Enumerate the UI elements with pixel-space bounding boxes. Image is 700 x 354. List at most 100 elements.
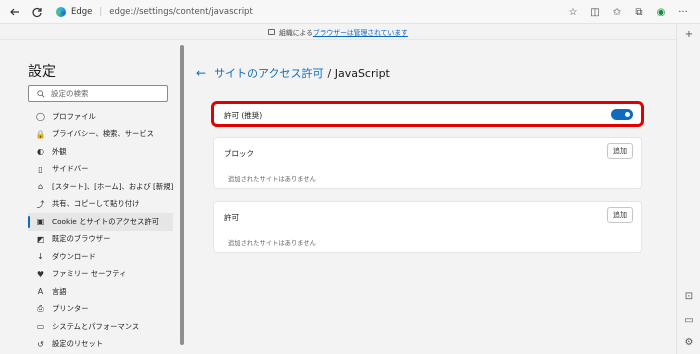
managed-banner: 組織による ブラウザーは管理されています (0, 24, 676, 40)
breadcrumb-link[interactable]: サイトのアクセス許可 (214, 65, 323, 81)
sidebar-item-label: サイドバー (52, 164, 89, 174)
share-icon: ⤴ (36, 199, 45, 209)
sidebar-item[interactable]: ▣ Cookie とサイトのアクセス許可 (28, 213, 173, 231)
sidebar-item[interactable]: ◩ 既定のブラウザー (28, 231, 173, 249)
sidebar-item[interactable]: ↓ ダウンロード (28, 248, 173, 266)
favorites-button[interactable]: ✩ (606, 1, 628, 23)
star-icon: ☆ (568, 6, 578, 18)
settings-nav-list: ◯ プロファイル 🔒 プライバシー、検索、サービス ◐ 外観 ▯ サイドバー ⌂ [スタート]、[… (28, 108, 173, 353)
appearance-icon: ◐ (37, 147, 44, 157)
sidebar-item-label: 既定のブラウザー (52, 234, 111, 244)
allow-toggle-switch[interactable] (611, 109, 633, 120)
extensions-icon: ◉ (656, 6, 666, 18)
block-section-title: ブロック (224, 149, 254, 158)
download-icon: ↓ (37, 252, 44, 262)
split-screen-icon: ◫ (590, 6, 600, 18)
toolbar-actions: ☆ ◫ ✩ ⧉ ◉ ··· (562, 0, 694, 24)
sidebar-settings-button[interactable]: ⚙ (683, 336, 695, 348)
search-icon (37, 89, 45, 97)
sidebar-item[interactable]: ↺ 設定のリセット (28, 336, 173, 354)
main-content: ← サイトのアクセス許可 / JavaScript 許可 (推奨) ブロック 追… (186, 41, 676, 354)
sidebar-item[interactable]: ⤴ 共有、コピーして貼り付け (28, 196, 173, 214)
allow-toggle-label: 許可 (推奨) (224, 111, 263, 120)
sidebar-item-label: プリンター (52, 304, 89, 314)
gear-icon: ⚙ (684, 336, 694, 348)
sidebar-window-button[interactable]: ▭ (683, 314, 695, 326)
collapse-icon: ⊡ (684, 290, 694, 302)
edge-sidebar: + ⊡ ▭ ⚙ (676, 24, 700, 354)
address-bar[interactable]: Edge | edge://settings/content/javascrip… (56, 6, 253, 17)
breadcrumb: ← サイトのアクセス許可 / JavaScript (196, 65, 390, 81)
edge-logo-icon (56, 6, 66, 17)
sidebar-scrollbar[interactable] (180, 45, 184, 345)
sidebar-item[interactable]: 🔒 プライバシー、検索、サービス (28, 126, 173, 144)
profile-icon: ◯ (36, 112, 45, 122)
search-placeholder: 設定の検索 (51, 89, 89, 98)
printer-icon: ⎙ (37, 304, 44, 314)
allow-section-title: 許可 (224, 213, 239, 222)
favorites-icon: ✩ (612, 6, 622, 18)
cookie-icon: ▣ (36, 217, 45, 227)
address-url: edge://settings/content/javascript (109, 6, 253, 17)
sidebar-item[interactable]: A 言語 (28, 283, 173, 301)
sidebar-item[interactable]: ⌂ [スタート]、[ホーム]、および [新規] タブ (28, 178, 173, 196)
sidebar-item[interactable]: ⎙ プリンター (28, 301, 173, 319)
sidebar-item-label: プロファイル (52, 111, 96, 121)
collections-button[interactable]: ⧉ (628, 1, 650, 23)
sidebar-item-label: 外観 (52, 146, 67, 156)
address-separator: | (99, 6, 103, 17)
extensions-button[interactable]: ◉ (650, 1, 672, 23)
back-arrow-icon (10, 8, 19, 15)
block-section: ブロック 追加 追加されたサイトはありません (213, 137, 642, 189)
banner-prefix: 組織による (279, 28, 313, 37)
sidebar-item[interactable]: ▯ サイドバー (28, 161, 173, 179)
sidebar-add-button[interactable]: + (683, 28, 695, 40)
block-empty-text: 追加されたサイトはありません (228, 176, 316, 183)
allow-section: 許可 追加 追加されたサイトはありません (213, 201, 642, 253)
plus-icon: + (684, 28, 694, 40)
sidebar-collapse-button[interactable]: ⊡ (683, 290, 695, 302)
system-icon: ▭ (36, 322, 45, 332)
allow-add-button[interactable]: 追加 (607, 207, 633, 223)
sidebar-item-label: 言語 (52, 286, 67, 296)
lock-icon: 🔒 (35, 129, 46, 139)
sidebar-item-label: ダウンロード (52, 251, 96, 261)
briefcase-icon (268, 28, 276, 35)
sidebar-item[interactable]: ▭ システムとパフォーマンス (28, 318, 173, 336)
sidebar-icon: ▯ (38, 164, 43, 174)
sidebar-item-label: Cookie とサイトのアクセス許可 (52, 216, 159, 226)
managed-link[interactable]: ブラウザーは管理されています (313, 27, 408, 37)
more-button[interactable]: ··· (672, 1, 694, 23)
sidebar-item-label: 設定のリセット (52, 339, 104, 349)
collections-icon: ⧉ (635, 6, 643, 18)
window-icon: ▭ (684, 314, 694, 326)
back-button[interactable] (4, 1, 26, 23)
address-brand: Edge (71, 6, 93, 17)
reset-icon: ↺ (37, 339, 44, 349)
refresh-icon (32, 7, 42, 17)
sidebar-item[interactable]: ◯ プロファイル (28, 108, 173, 126)
back-arrow-icon[interactable]: ← (196, 66, 206, 80)
allow-empty-text: 追加されたサイトはありません (228, 240, 316, 247)
sidebar-item-label: ファミリー セーフティ (52, 269, 127, 279)
sidebar-item-label: プライバシー、検索、サービス (52, 129, 154, 139)
settings-title: 設定 (28, 64, 56, 80)
family-icon: ♥ (36, 269, 45, 279)
favorite-star-button[interactable]: ☆ (562, 1, 584, 23)
block-add-button[interactable]: 追加 (607, 143, 633, 159)
settings-sidebar: 設定 設定の検索 ◯ プロファイル 🔒 プライバシー、検索、サービス ◐ 外観 ▯ サイドバー… (0, 41, 186, 354)
sidebar-item-label: [スタート]、[ホーム]、および [新規] タブ (52, 181, 173, 191)
sidebar-item-label: システムとパフォーマンス (52, 321, 140, 331)
settings-search-input[interactable]: 設定の検索 (28, 85, 168, 102)
sidebar-item-label: 共有、コピーして貼り付け (52, 199, 140, 209)
browser-toolbar: Edge | edge://settings/content/javascrip… (0, 0, 700, 24)
sidebar-item[interactable]: ♥ ファミリー セーフティ (28, 266, 173, 284)
language-icon: A (37, 287, 44, 297)
allow-toggle-card: 許可 (推奨) (211, 101, 644, 127)
home-tab-icon: ⌂ (37, 182, 44, 192)
sidebar-item[interactable]: ◐ 外観 (28, 143, 173, 161)
refresh-button[interactable] (26, 1, 48, 23)
more-icon: ··· (678, 6, 688, 18)
split-screen-button[interactable]: ◫ (584, 1, 606, 23)
default-browser-icon: ◩ (36, 234, 45, 244)
